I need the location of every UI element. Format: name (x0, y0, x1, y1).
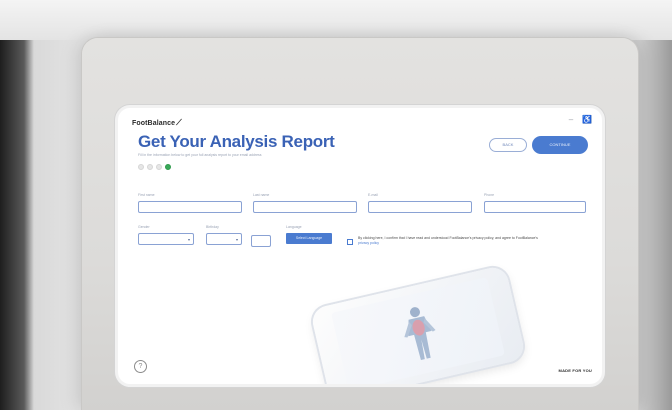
gender-field: Gender ▾ (138, 225, 194, 245)
chevron-down-icon: ▾ (187, 237, 190, 242)
last-name-input[interactable] (253, 201, 357, 213)
phone-label: Phone (484, 193, 495, 197)
birthday-year-input[interactable] (251, 235, 271, 247)
language-field: Language Select Language (286, 225, 332, 244)
last-name-label: Last name (253, 193, 270, 197)
kiosk-screen: FootBalance⟋ – ♿ Get Your Analysis Repor… (118, 108, 602, 384)
brand-tagline: MADE FOR YOU (558, 368, 592, 373)
birthday-month-select[interactable]: ▾ (206, 233, 242, 245)
birthday-field: Birthday ▾ (206, 225, 242, 245)
minus-icon[interactable]: – (566, 115, 576, 125)
language-label: Language (286, 225, 302, 229)
logo-mark-icon: ⟋ (176, 118, 182, 127)
first-name-field: First name (138, 193, 242, 213)
step-dot-3 (156, 164, 162, 170)
logo: FootBalance⟋ (132, 118, 182, 128)
consent-text: By clicking here, I confirm that I have … (358, 236, 540, 245)
gender-select[interactable]: ▾ (138, 233, 194, 245)
page-subtitle: Fill in the information below to get you… (138, 153, 262, 157)
privacy-policy-link[interactable]: privacy policy (358, 241, 379, 245)
back-button[interactable]: BACK (489, 138, 527, 152)
logo-text: FootBalance (132, 120, 176, 127)
phone-field: Phone (484, 193, 586, 213)
birthday-year-field (251, 235, 271, 247)
help-circle-icon[interactable]: ? (134, 360, 147, 373)
top-icons: – ♿ (566, 115, 592, 125)
consent-text-body: By clicking here, I confirm that I have … (358, 236, 538, 240)
phone-screen (331, 277, 505, 384)
email-field: E-mail (368, 193, 472, 213)
body-scan-figure (404, 307, 436, 361)
step-dot-1 (138, 164, 144, 170)
step-dot-4-active (165, 164, 171, 170)
continue-button[interactable]: CONTINUE (532, 136, 588, 154)
gender-label: Gender (138, 225, 150, 229)
page-title: Get Your Analysis Report (138, 132, 335, 151)
backdrop (0, 0, 672, 40)
phone-image (309, 264, 527, 384)
phone-input[interactable] (484, 201, 586, 213)
accessibility-icon[interactable]: ♿ (582, 115, 592, 125)
consent-checkbox[interactable] (347, 239, 353, 245)
step-indicator (138, 164, 171, 170)
select-language-button[interactable]: Select Language (286, 233, 332, 244)
birthday-label: Birthday (206, 225, 219, 229)
step-dot-2 (147, 164, 153, 170)
first-name-input[interactable] (138, 201, 242, 213)
chevron-down-icon: ▾ (235, 237, 238, 242)
last-name-field: Last name (253, 193, 357, 213)
email-input[interactable] (368, 201, 472, 213)
email-label: E-mail (368, 193, 378, 197)
first-name-label: First name (138, 193, 155, 197)
